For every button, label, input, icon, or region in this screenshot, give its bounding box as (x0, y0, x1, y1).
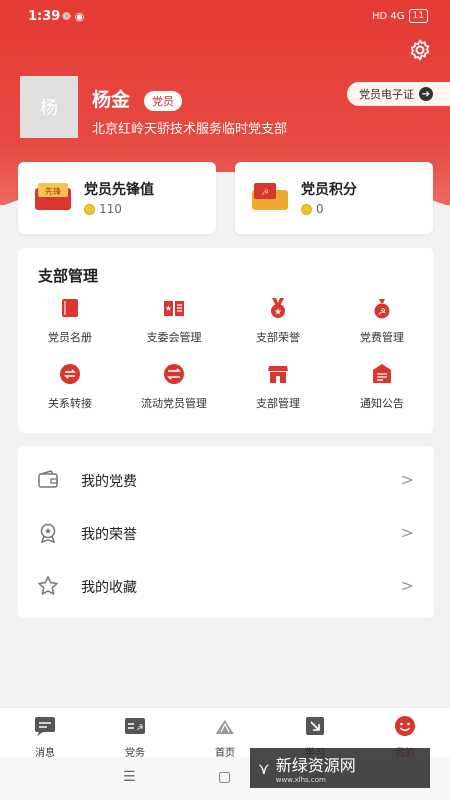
pioneer-value-card[interactable]: 先锋 党员先锋值 110 (18, 162, 216, 234)
battery-icon: 11 (408, 9, 428, 23)
personal-menu: 我的党费 > 我的荣誉 > 我的收藏 > (18, 446, 434, 618)
list-item-my-honor[interactable]: 我的荣誉 > (18, 507, 434, 559)
grid-item-member-roster[interactable]: 党员名册 (18, 296, 122, 345)
store-icon (268, 366, 288, 383)
chevron-right-icon: > (400, 576, 414, 595)
list-item-my-dues[interactable]: 我的党费 > (18, 454, 434, 506)
stat-value-row: 0 (301, 202, 324, 216)
status-right: HD 4G 11 (372, 9, 428, 23)
chevron-right-icon: > (400, 523, 414, 542)
grid-label: 支委会管理 (146, 331, 202, 344)
stat-value: 110 (99, 202, 122, 216)
tab-party-affairs[interactable]: ☭ 党务 (90, 708, 180, 759)
list-label: 我的荣誉 (81, 527, 137, 543)
open-book-icon: ★ (164, 301, 184, 316)
grid-label: 党员名册 (48, 331, 92, 344)
home-nav-icon[interactable]: ▢ (218, 769, 231, 785)
grid-label: 党费管理 (360, 331, 404, 344)
grid-item-dues-management[interactable]: ☭ 党费管理 (330, 296, 434, 345)
svg-text:☭: ☭ (378, 308, 386, 318)
list-item-my-favorites[interactable]: 我的收藏 > (18, 560, 434, 612)
status-notification-icons: ❁ ◉ (62, 10, 85, 23)
branch-management-panel: 支部管理 党员名册 ★ 支委会管理 ★ 支部荣誉 ☭ 党费管理 关系转接 流动党… (18, 248, 434, 433)
grid-item-branch-management[interactable]: 支部管理 (226, 362, 330, 411)
settings-button[interactable] (408, 38, 432, 62)
watermark-subtext: www.xlhs.com (275, 776, 326, 784)
pioneer-icon: 先锋 (35, 183, 71, 210)
transfer-icon (60, 364, 80, 384)
grid-item-branch-honor[interactable]: ★ 支部荣誉 (226, 296, 330, 345)
grid-item-committee[interactable]: ★ 支委会管理 (122, 296, 226, 345)
certificate-label: 党员电子证 (359, 88, 414, 101)
message-icon (35, 717, 55, 736)
points-card[interactable]: ☭ 党员积分 0 (235, 162, 433, 234)
grid-label: 关系转接 (48, 397, 92, 410)
arrow-right-icon: ➔ (419, 87, 433, 101)
party-affairs-icon: ☭ (125, 718, 145, 734)
svg-text:先锋: 先锋 (45, 186, 61, 196)
grid-label: 支部管理 (256, 397, 300, 410)
svg-text:☭: ☭ (136, 723, 143, 732)
coin-icon (84, 203, 95, 215)
member-badge: 党员 (144, 91, 182, 111)
stat-value-row: 110 (84, 202, 122, 216)
notice-icon (373, 364, 391, 383)
avatar[interactable]: 杨 (20, 76, 78, 138)
watermark: ⋎ 新绿资源网 www.xlhs.com (250, 748, 430, 788)
points-icon: ☭ (252, 183, 288, 210)
member-certificate-button[interactable]: 党员电子证 ➔ (347, 82, 450, 106)
grid-label: 通知公告 (360, 397, 404, 410)
svg-text:☭: ☭ (261, 188, 269, 198)
medal-icon: ★ (271, 298, 285, 318)
grid-item-notice[interactable]: 通知公告 (330, 362, 434, 411)
wallet-icon (38, 470, 58, 488)
stat-value: 0 (316, 202, 324, 216)
svg-text:★: ★ (274, 308, 282, 318)
status-bar: 1:39 ❁ ◉ HD 4G 11 (0, 0, 450, 34)
tab-messages[interactable]: 消息 (0, 708, 90, 759)
study-icon (306, 717, 324, 735)
swap-icon (164, 364, 184, 384)
grid-label: 流动党员管理 (141, 397, 207, 410)
grid-label: 支部荣誉 (256, 331, 300, 344)
chevron-right-icon: > (400, 470, 414, 489)
user-name: 杨金 (92, 89, 131, 111)
signal-icon: HD 4G (372, 10, 405, 22)
moneybag-icon: ☭ (374, 299, 390, 319)
grid-item-relation-transfer[interactable]: 关系转接 (18, 362, 122, 411)
stat-title: 党员先锋值 (84, 182, 154, 198)
stat-title: 党员积分 (301, 182, 357, 198)
organization-name: 北京红岭天骄技术服务临时党支部 (92, 122, 288, 137)
status-time: 1:39 (28, 9, 61, 24)
list-label: 我的收藏 (81, 580, 137, 596)
book-icon (62, 299, 78, 317)
watermark-text: 新绿资源网 (275, 756, 356, 775)
grid-item-mobile-members[interactable]: 流动党员管理 (122, 362, 226, 411)
honor-icon (40, 523, 56, 544)
gear-icon (410, 39, 430, 61)
coin-icon (301, 203, 312, 215)
star-icon (38, 576, 58, 595)
watermark-logo-icon: ⋎ (258, 758, 270, 778)
svg-text:★: ★ (165, 304, 172, 313)
list-label: 我的党费 (81, 474, 137, 490)
section-title: 支部管理 (38, 267, 99, 285)
home-icon (216, 720, 234, 734)
me-icon (395, 716, 415, 736)
menu-nav-icon[interactable]: ☰ (123, 769, 136, 785)
